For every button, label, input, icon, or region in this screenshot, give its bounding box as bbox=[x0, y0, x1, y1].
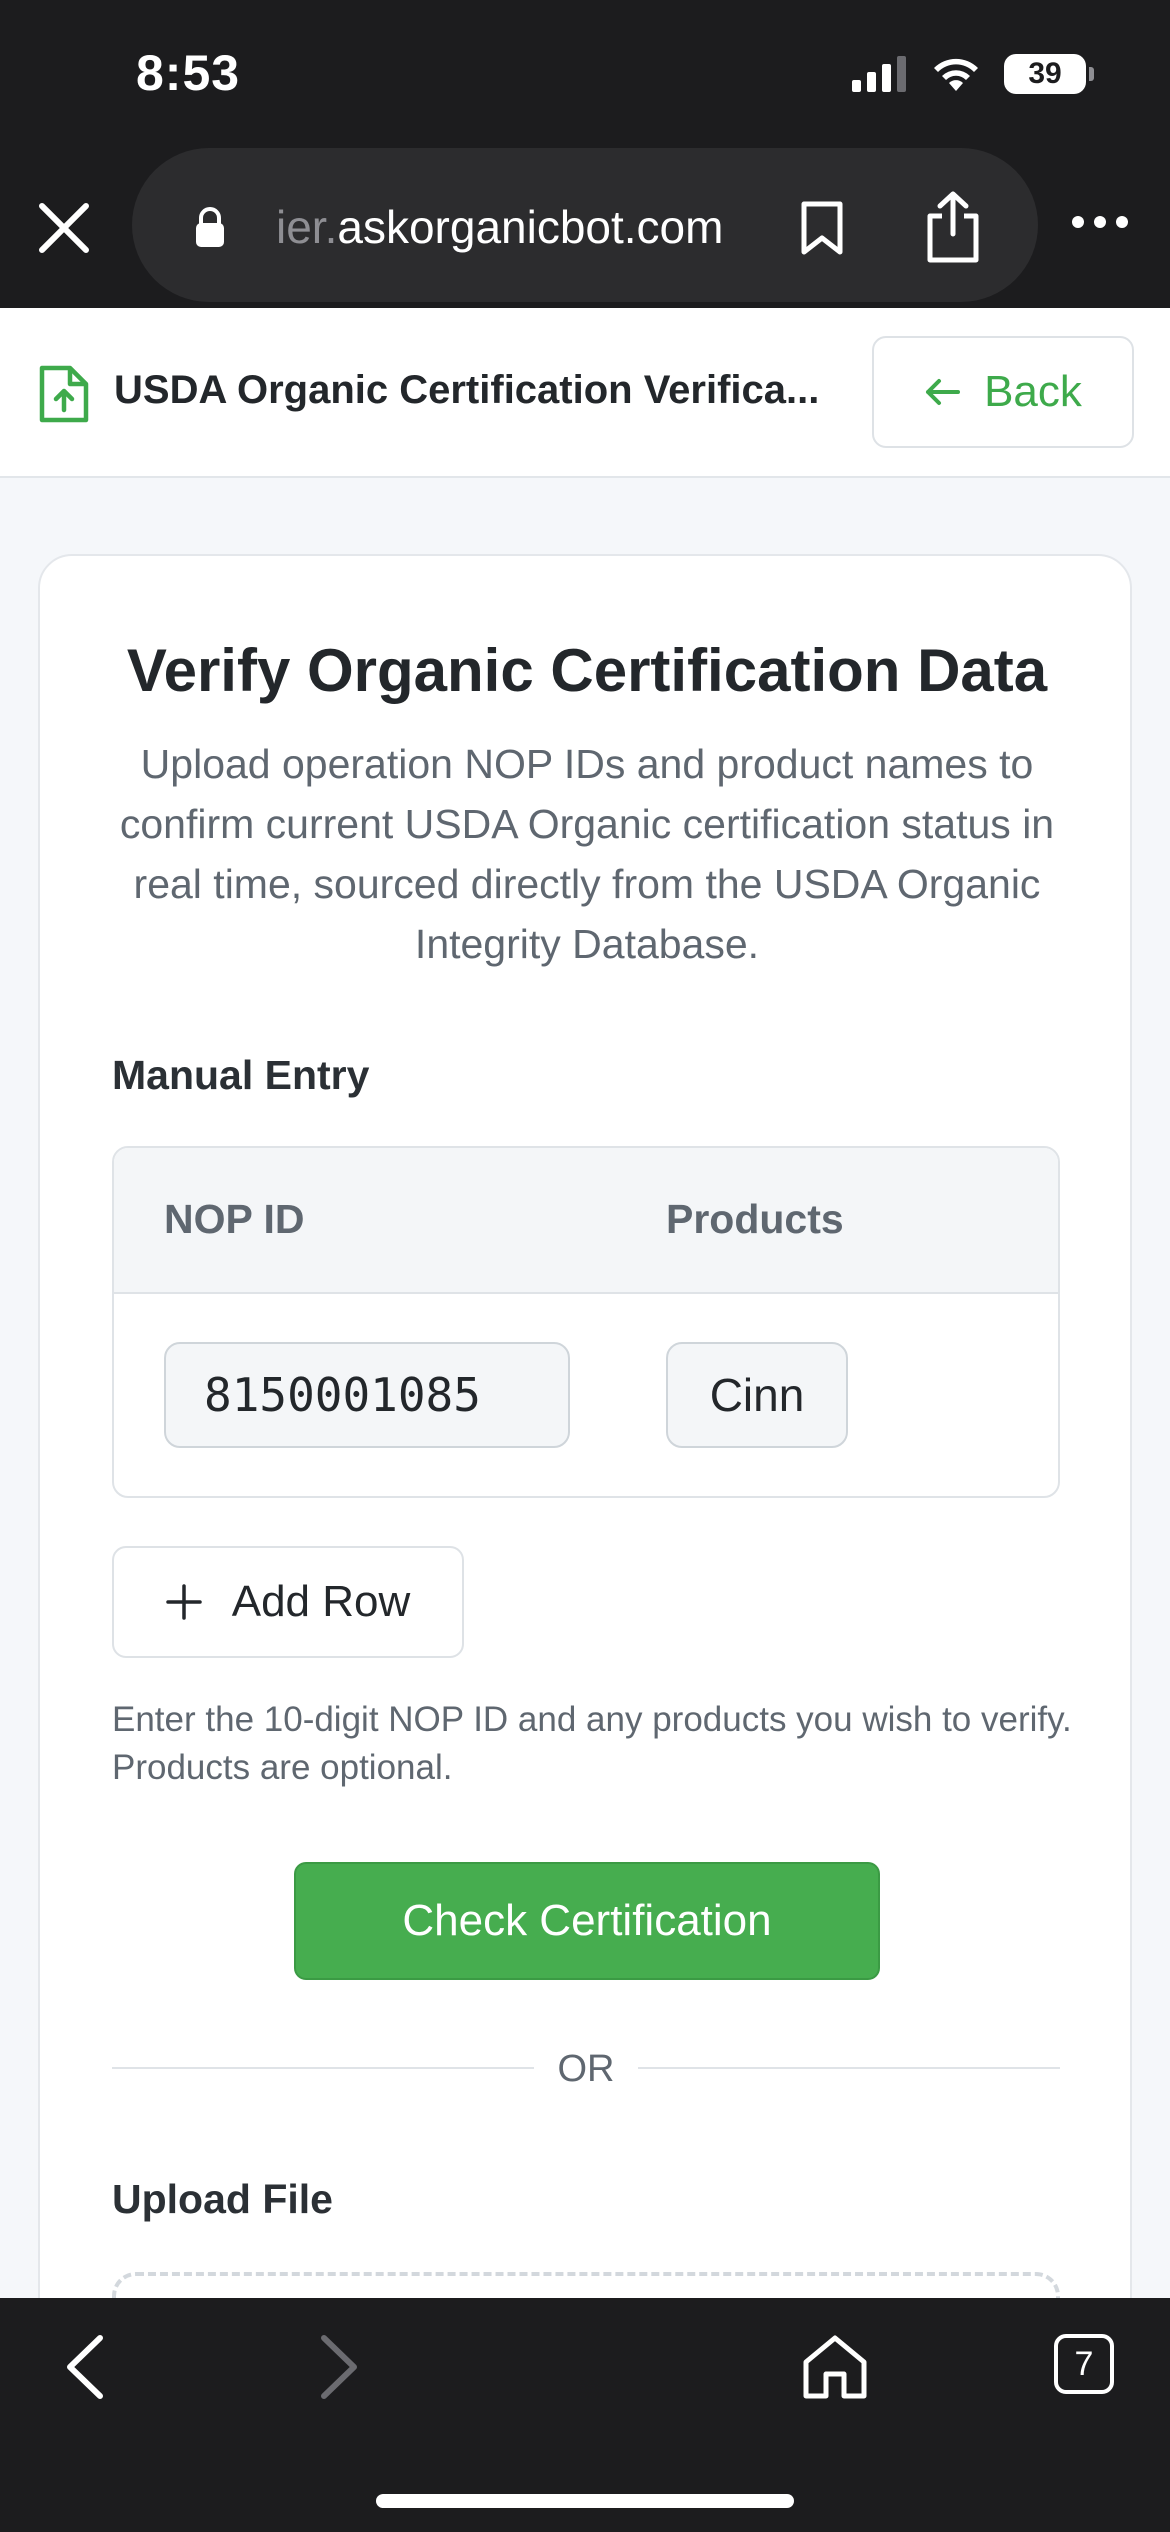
close-icon[interactable] bbox=[34, 198, 94, 258]
page-title: USDA Organic Certification Verifica... bbox=[114, 368, 820, 412]
verify-card: Verify Organic Certification Data Upload… bbox=[38, 554, 1132, 2298]
document-upload-icon bbox=[39, 365, 89, 423]
card-subtitle: Upload operation NOP IDs and product nam… bbox=[119, 741, 1055, 967]
more-icon[interactable] bbox=[1072, 216, 1128, 228]
bookmark-icon[interactable] bbox=[800, 200, 844, 256]
browser-bar: ier.askorganicbot.com bbox=[0, 140, 1170, 308]
manual-entry-hint: Enter the 10-digit NOP ID and any produc… bbox=[112, 1700, 1072, 1787]
url-domain: askorganicbot.com bbox=[337, 201, 724, 253]
add-row-label: Add Row bbox=[231, 1577, 411, 1626]
column-header-nop-id: NOP ID bbox=[164, 1196, 305, 1242]
cellular-signal-icon bbox=[852, 56, 906, 92]
status-icons: 39 bbox=[852, 54, 1094, 94]
products-input[interactable]: Cinn bbox=[666, 1342, 848, 1448]
share-icon[interactable] bbox=[924, 190, 982, 264]
home-indicator bbox=[376, 2494, 794, 2508]
status-time: 8:53 bbox=[136, 45, 241, 101]
arrow-left-icon bbox=[926, 379, 961, 405]
lock-icon bbox=[196, 207, 224, 247]
home-icon[interactable] bbox=[800, 2332, 870, 2402]
upload-file-label: Upload File bbox=[112, 2176, 333, 2222]
app-header: USDA Organic Certification Verifica... B… bbox=[0, 308, 1170, 478]
divider-text: OR bbox=[557, 2048, 615, 2090]
status-bar: 8:53 39 bbox=[0, 0, 1170, 140]
tabs-button[interactable]: 7 bbox=[1054, 2334, 1114, 2394]
manual-entry-label: Manual Entry bbox=[112, 1052, 370, 1098]
column-header-products: Products bbox=[666, 1196, 844, 1242]
forward-arrow-icon[interactable] bbox=[306, 2332, 366, 2402]
nop-id-input[interactable]: 8150001085 bbox=[164, 1342, 570, 1448]
back-arrow-icon[interactable] bbox=[58, 2332, 118, 2402]
file-dropzone[interactable] bbox=[112, 2272, 1060, 2298]
or-divider: OR bbox=[112, 2048, 1060, 2090]
table-row: 8150001085 Cinn bbox=[114, 1294, 1058, 1496]
web-page: USDA Organic Certification Verifica... B… bbox=[0, 308, 1170, 2298]
table-header: NOP ID Products bbox=[114, 1148, 1058, 1294]
manual-entry-table: NOP ID Products 8150001085 Cinn bbox=[112, 1146, 1060, 1498]
wifi-icon bbox=[934, 58, 978, 91]
back-button[interactable]: Back bbox=[872, 336, 1134, 448]
check-certification-button[interactable]: Check Certification bbox=[294, 1862, 880, 1980]
back-button-label: Back bbox=[984, 367, 1082, 416]
add-row-button[interactable]: Add Row bbox=[112, 1546, 464, 1658]
address-bar[interactable]: ier.askorganicbot.com bbox=[132, 148, 1038, 302]
plus-icon bbox=[165, 1584, 202, 1620]
url-prefix: ier. bbox=[276, 201, 338, 253]
card-title: Verify Organic Certification Data bbox=[126, 637, 1048, 704]
battery-icon: 39 bbox=[1004, 54, 1094, 94]
browser-toolbar: 7 bbox=[0, 2298, 1170, 2532]
divider-line-right bbox=[638, 2067, 1060, 2069]
